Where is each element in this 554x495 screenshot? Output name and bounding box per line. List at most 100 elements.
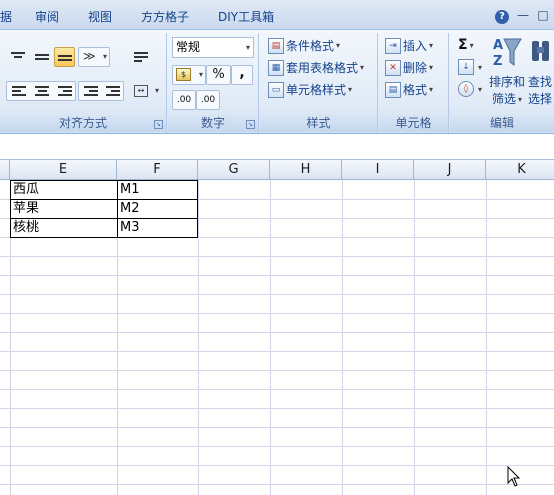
- sort-filter-button[interactable]: A Z 排序和 筛选 ▾: [488, 35, 526, 108]
- find-select-button[interactable]: 查找 选择: [528, 35, 554, 108]
- format-icon: ▤: [385, 81, 401, 98]
- merge-center-button[interactable]: ↔ ▾: [130, 81, 162, 101]
- svg-text:A: A: [493, 38, 503, 53]
- increase-decimal-button[interactable]: .00: [172, 90, 196, 110]
- tab-diy-toolbox[interactable]: DIY工具箱: [218, 8, 274, 25]
- cell-styles-button[interactable]: ▭ 单元格样式 ▾: [268, 81, 352, 101]
- cell-f2[interactable]: M2: [118, 199, 198, 218]
- column-header-i[interactable]: I: [342, 160, 414, 180]
- grid-row-line: [0, 332, 554, 333]
- sort-filter-label-1: 排序和: [488, 75, 525, 89]
- wrap-text-button[interactable]: [130, 47, 150, 67]
- decrease-decimal-button[interactable]: .00: [196, 90, 220, 110]
- number-launcher-icon[interactable]: ↘: [246, 120, 255, 129]
- comma-button[interactable]: ,: [231, 65, 253, 85]
- ribbon-tab-bar: 据 审阅 视图 方方格子 DIY工具箱 ? — □: [0, 0, 554, 30]
- column-header-d-edge[interactable]: [0, 160, 10, 180]
- delete-button[interactable]: ✕ 删除 ▾: [385, 59, 433, 79]
- chevron-down-icon: ▾: [429, 85, 434, 94]
- align-bottom-icon: [58, 55, 72, 63]
- grid-row-line: [0, 484, 554, 485]
- decrease-indent-button[interactable]: [79, 82, 101, 102]
- cell-e3[interactable]: 核桃: [11, 218, 117, 237]
- chevron-down-icon: ▾: [469, 40, 474, 50]
- sort-filter-icon: A Z: [493, 38, 522, 69]
- orientation-button[interactable]: ≫ ▾: [78, 47, 110, 67]
- clear-button[interactable]: ◊ ▾: [458, 81, 482, 101]
- minimize-button[interactable]: —: [515, 7, 531, 23]
- cells-group: ⇥ 插入 ▾ ✕ 删除 ▾ ▤ 格式 ▾ 单元格: [379, 33, 449, 133]
- grid-row-line: [0, 294, 554, 295]
- chevron-down-icon: ▾: [102, 52, 107, 61]
- grid-row-line: [0, 370, 554, 371]
- column-header-e[interactable]: E: [10, 160, 117, 180]
- svg-text:Z: Z: [493, 54, 502, 69]
- increase-indent-icon: [106, 86, 120, 98]
- find-select-label-1: 查找: [528, 75, 553, 89]
- grid-row-line: [0, 351, 554, 352]
- grid-row-line: [0, 256, 554, 257]
- number-group: 常规 ▾ $ ▾ % , .00 .00 数字 ↘: [168, 33, 259, 133]
- decrease-indent-icon: [84, 86, 98, 98]
- align-middle-icon: [35, 54, 49, 62]
- formula-bar[interactable]: [0, 135, 554, 160]
- number-format-value: 常规: [176, 40, 201, 54]
- chevron-down-icon: ▾: [336, 41, 341, 50]
- editing-group-label: 编辑: [450, 115, 554, 132]
- accounting-format-button[interactable]: $ ▾: [172, 65, 206, 85]
- cells-group-label: 单元格: [379, 115, 448, 132]
- cell-f1[interactable]: M1: [118, 180, 198, 199]
- column-header-h[interactable]: H: [270, 160, 342, 180]
- wrap-text-icon: [134, 52, 148, 64]
- styles-group: ▤ 条件格式 ▾ ▦ 套用表格格式 ▾ ▭ 单元格样式 ▾ 样式: [260, 33, 378, 133]
- format-button[interactable]: ▤ 格式 ▾: [385, 81, 433, 101]
- conditional-format-button[interactable]: ▤ 条件格式 ▾: [268, 37, 340, 57]
- alignment-launcher-icon[interactable]: ↘: [154, 120, 163, 129]
- tab-review[interactable]: 审阅: [35, 8, 59, 25]
- currency-icon: $: [176, 68, 191, 81]
- grid-row-line: [0, 427, 554, 428]
- number-group-label: 数字: [168, 115, 258, 132]
- mouse-pointer-icon: [507, 466, 521, 487]
- insert-button[interactable]: ⇥ 插入 ▾: [385, 37, 433, 57]
- cell-e2[interactable]: 苹果: [11, 199, 117, 218]
- align-top-button[interactable]: [6, 47, 29, 67]
- format-as-table-button[interactable]: ▦ 套用表格格式 ▾: [268, 59, 364, 79]
- chevron-down-icon: ▾: [198, 70, 203, 79]
- table-format-icon: ▦: [268, 59, 284, 76]
- grid-row-line: [0, 389, 554, 390]
- column-header-f[interactable]: F: [117, 160, 198, 180]
- align-bottom-button[interactable]: [54, 47, 75, 67]
- fill-button[interactable]: ↓ ▾: [458, 59, 482, 79]
- grid-row-line: [0, 408, 554, 409]
- align-center-icon: [35, 86, 49, 98]
- chevron-down-icon: ▾: [429, 63, 434, 72]
- alignment-group-label: 对齐方式: [0, 115, 166, 132]
- cell-e1[interactable]: 西瓜: [11, 180, 117, 199]
- align-center-button[interactable]: [30, 82, 52, 102]
- tab-data[interactable]: 据: [0, 8, 12, 25]
- merge-icon: ↔: [134, 85, 148, 97]
- sigma-icon: Σ: [458, 37, 468, 53]
- increase-indent-button[interactable]: [101, 82, 123, 102]
- worksheet-grid[interactable]: 西瓜 M1 苹果 M2 核桃 M3: [0, 180, 554, 495]
- help-icon: ?: [495, 10, 509, 24]
- tab-view[interactable]: 视图: [88, 8, 112, 25]
- chevron-down-icon: ▾: [348, 85, 353, 94]
- align-left-button[interactable]: [7, 82, 29, 102]
- column-header-g[interactable]: G: [198, 160, 270, 180]
- fill-down-icon: ↓: [458, 59, 474, 75]
- align-left-icon: [12, 86, 26, 98]
- percent-button[interactable]: %: [206, 65, 231, 85]
- tab-fangfang[interactable]: 方方格子: [141, 8, 189, 25]
- align-right-button[interactable]: [53, 82, 75, 102]
- cell-f3[interactable]: M3: [118, 218, 198, 237]
- restore-button[interactable]: □: [535, 7, 551, 23]
- column-header-k[interactable]: K: [486, 160, 554, 180]
- autosum-button[interactable]: Σ ▾: [458, 37, 474, 57]
- column-header-j[interactable]: J: [414, 160, 486, 180]
- chevron-down-icon: ▾: [429, 41, 434, 50]
- help-button[interactable]: ?: [494, 7, 510, 24]
- align-middle-button[interactable]: [30, 47, 53, 67]
- number-format-select[interactable]: 常规 ▾: [172, 37, 254, 58]
